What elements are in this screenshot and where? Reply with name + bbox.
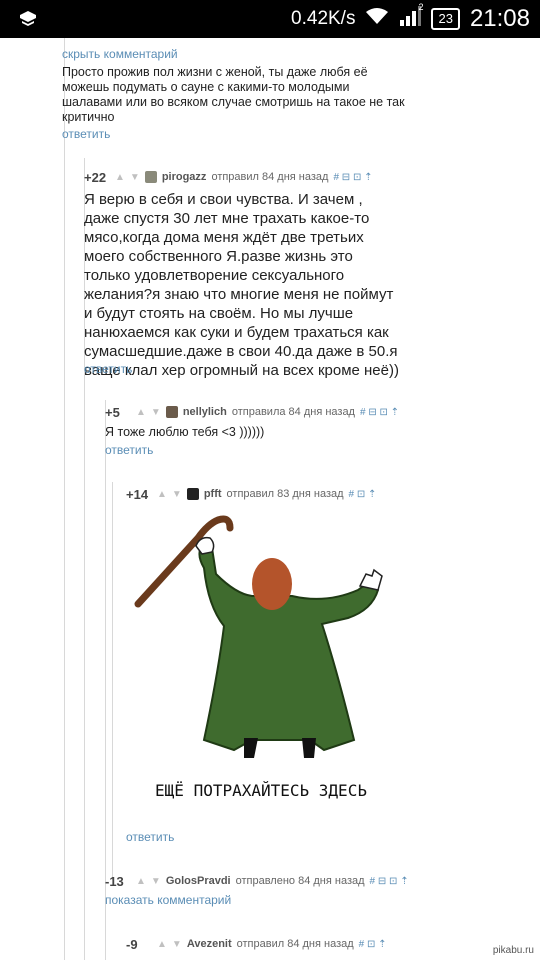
downvote-icon[interactable]: ▼ <box>151 876 161 887</box>
username[interactable]: Avezenit <box>187 938 232 950</box>
comment-header: +5 ▲ ▼ nellylich отправила 84 дня назад … <box>105 404 399 420</box>
downvote-icon[interactable]: ▼ <box>172 939 182 950</box>
username[interactable]: GolosPravdi <box>166 875 231 887</box>
reply-link[interactable]: ответить <box>126 830 174 844</box>
avatar[interactable] <box>165 406 178 418</box>
username[interactable]: pfft <box>204 488 222 500</box>
comment-header: +22 ▲ ▼ pirogazz отправил 84 дня назад #… <box>84 169 373 185</box>
comment-score: +5 <box>105 404 120 420</box>
meme-image[interactable]: ЕЩЁ ПОТРАХАЙТЕСЬ ЗДЕСЬ <box>126 514 396 814</box>
reply-link[interactable]: ответить <box>62 127 110 141</box>
comment-text: Я тоже люблю тебя <3 )))))) <box>105 425 265 439</box>
app-logo-icon <box>18 9 38 34</box>
avatar[interactable] <box>144 171 157 183</box>
thread-line <box>112 482 113 880</box>
thread-line <box>64 38 65 960</box>
clock: 21:08 <box>469 5 530 32</box>
reply-link[interactable]: ответить <box>105 443 153 457</box>
wifi-icon <box>365 7 389 31</box>
comment-actions-icon[interactable]: # ⊡ ⇡ <box>359 939 387 950</box>
upvote-icon[interactable]: ▲ <box>136 407 146 418</box>
comment-header: -9 ▲ ▼ Avezenit отправил 84 дня назад # … <box>126 936 387 952</box>
comment-actions-icon[interactable]: # ⊟ ⊡ ⇡ <box>360 407 399 418</box>
signal-badge: 2 <box>418 2 424 12</box>
comment-score: -13 <box>105 873 124 889</box>
signal-icon: 2 <box>399 2 423 32</box>
comment-header: +14 ▲ ▼ pfft отправил 83 дня назад # ⊡ ⇡ <box>126 486 376 502</box>
upvote-icon[interactable]: ▲ <box>115 172 125 183</box>
show-comment-link[interactable]: показать комментарий <box>105 893 231 907</box>
comment-thread: скрыть комментарий Просто прожив пол жиз… <box>0 38 540 960</box>
avatar[interactable] <box>186 488 199 500</box>
post-time: отправила 84 дня назад <box>231 406 355 418</box>
comment-actions-icon[interactable]: # ⊡ ⇡ <box>349 489 377 500</box>
battery-icon: 23 <box>431 8 460 30</box>
post-time: отправил 84 дня назад <box>236 938 354 950</box>
meme-caption: ЕЩЁ ПОТРАХАЙТЕСЬ ЗДЕСЬ <box>155 781 367 800</box>
status-bar: 0.42K/s 2 23 21:08 <box>0 0 540 38</box>
comment-text: Я верю в себя и свои чувства. И зачем , … <box>84 191 399 379</box>
comment-actions-icon[interactable]: # ⊟ ⊡ ⇡ <box>333 172 372 183</box>
username[interactable]: pirogazz <box>162 171 207 183</box>
watermark: pikabu.ru <box>492 945 534 956</box>
hide-comment-link[interactable]: скрыть комментарий <box>62 47 178 61</box>
meme-hair <box>252 558 292 610</box>
post-time: отправил 83 дня назад <box>226 488 344 500</box>
downvote-icon[interactable]: ▼ <box>151 407 161 418</box>
downvote-icon[interactable]: ▼ <box>130 172 140 183</box>
upvote-icon[interactable]: ▲ <box>157 489 167 500</box>
comment-header: -13 ▲ ▼ GolosPravdi отправлено 84 дня на… <box>105 873 409 889</box>
comment-score: +14 <box>126 486 149 502</box>
reply-link[interactable]: ответить <box>84 362 132 376</box>
comment-score: +22 <box>84 169 107 185</box>
network-speed: 0.42K/s <box>291 8 356 29</box>
upvote-icon[interactable]: ▲ <box>136 876 146 887</box>
comment-score: -9 <box>126 936 138 952</box>
post-time: отправил 84 дня назад <box>211 171 329 183</box>
comment-text: Просто прожив пол жизни с женой, ты даже… <box>62 65 405 124</box>
post-time: отправлено 84 дня назад <box>235 875 365 887</box>
downvote-icon[interactable]: ▼ <box>172 489 182 500</box>
upvote-icon[interactable]: ▲ <box>157 939 167 950</box>
comment-actions-icon[interactable]: # ⊟ ⊡ ⇡ <box>370 876 409 887</box>
username[interactable]: nellylich <box>183 406 227 418</box>
